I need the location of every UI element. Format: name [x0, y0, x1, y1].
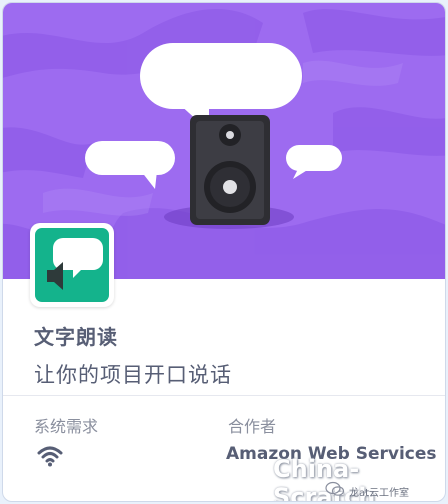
requirements-label: 系统需求	[34, 417, 99, 436]
extension-card[interactable]: 文字朗读 让你的项目开口说话 系统需求 合作者 Amazon Web Servi…	[2, 2, 446, 502]
extension-icon	[30, 223, 114, 307]
extension-title: 文字朗读	[34, 325, 118, 349]
divider	[3, 395, 445, 396]
extension-description: 让你的项目开口说话	[34, 363, 232, 387]
speaker-icon	[190, 115, 270, 225]
text-to-speech-icon	[47, 238, 103, 290]
watermark-subtext: 龙at云工作室	[349, 488, 410, 499]
wechat-icon	[325, 481, 345, 501]
wifi-icon	[37, 445, 63, 471]
collaborator-label: 合作者	[228, 417, 277, 436]
